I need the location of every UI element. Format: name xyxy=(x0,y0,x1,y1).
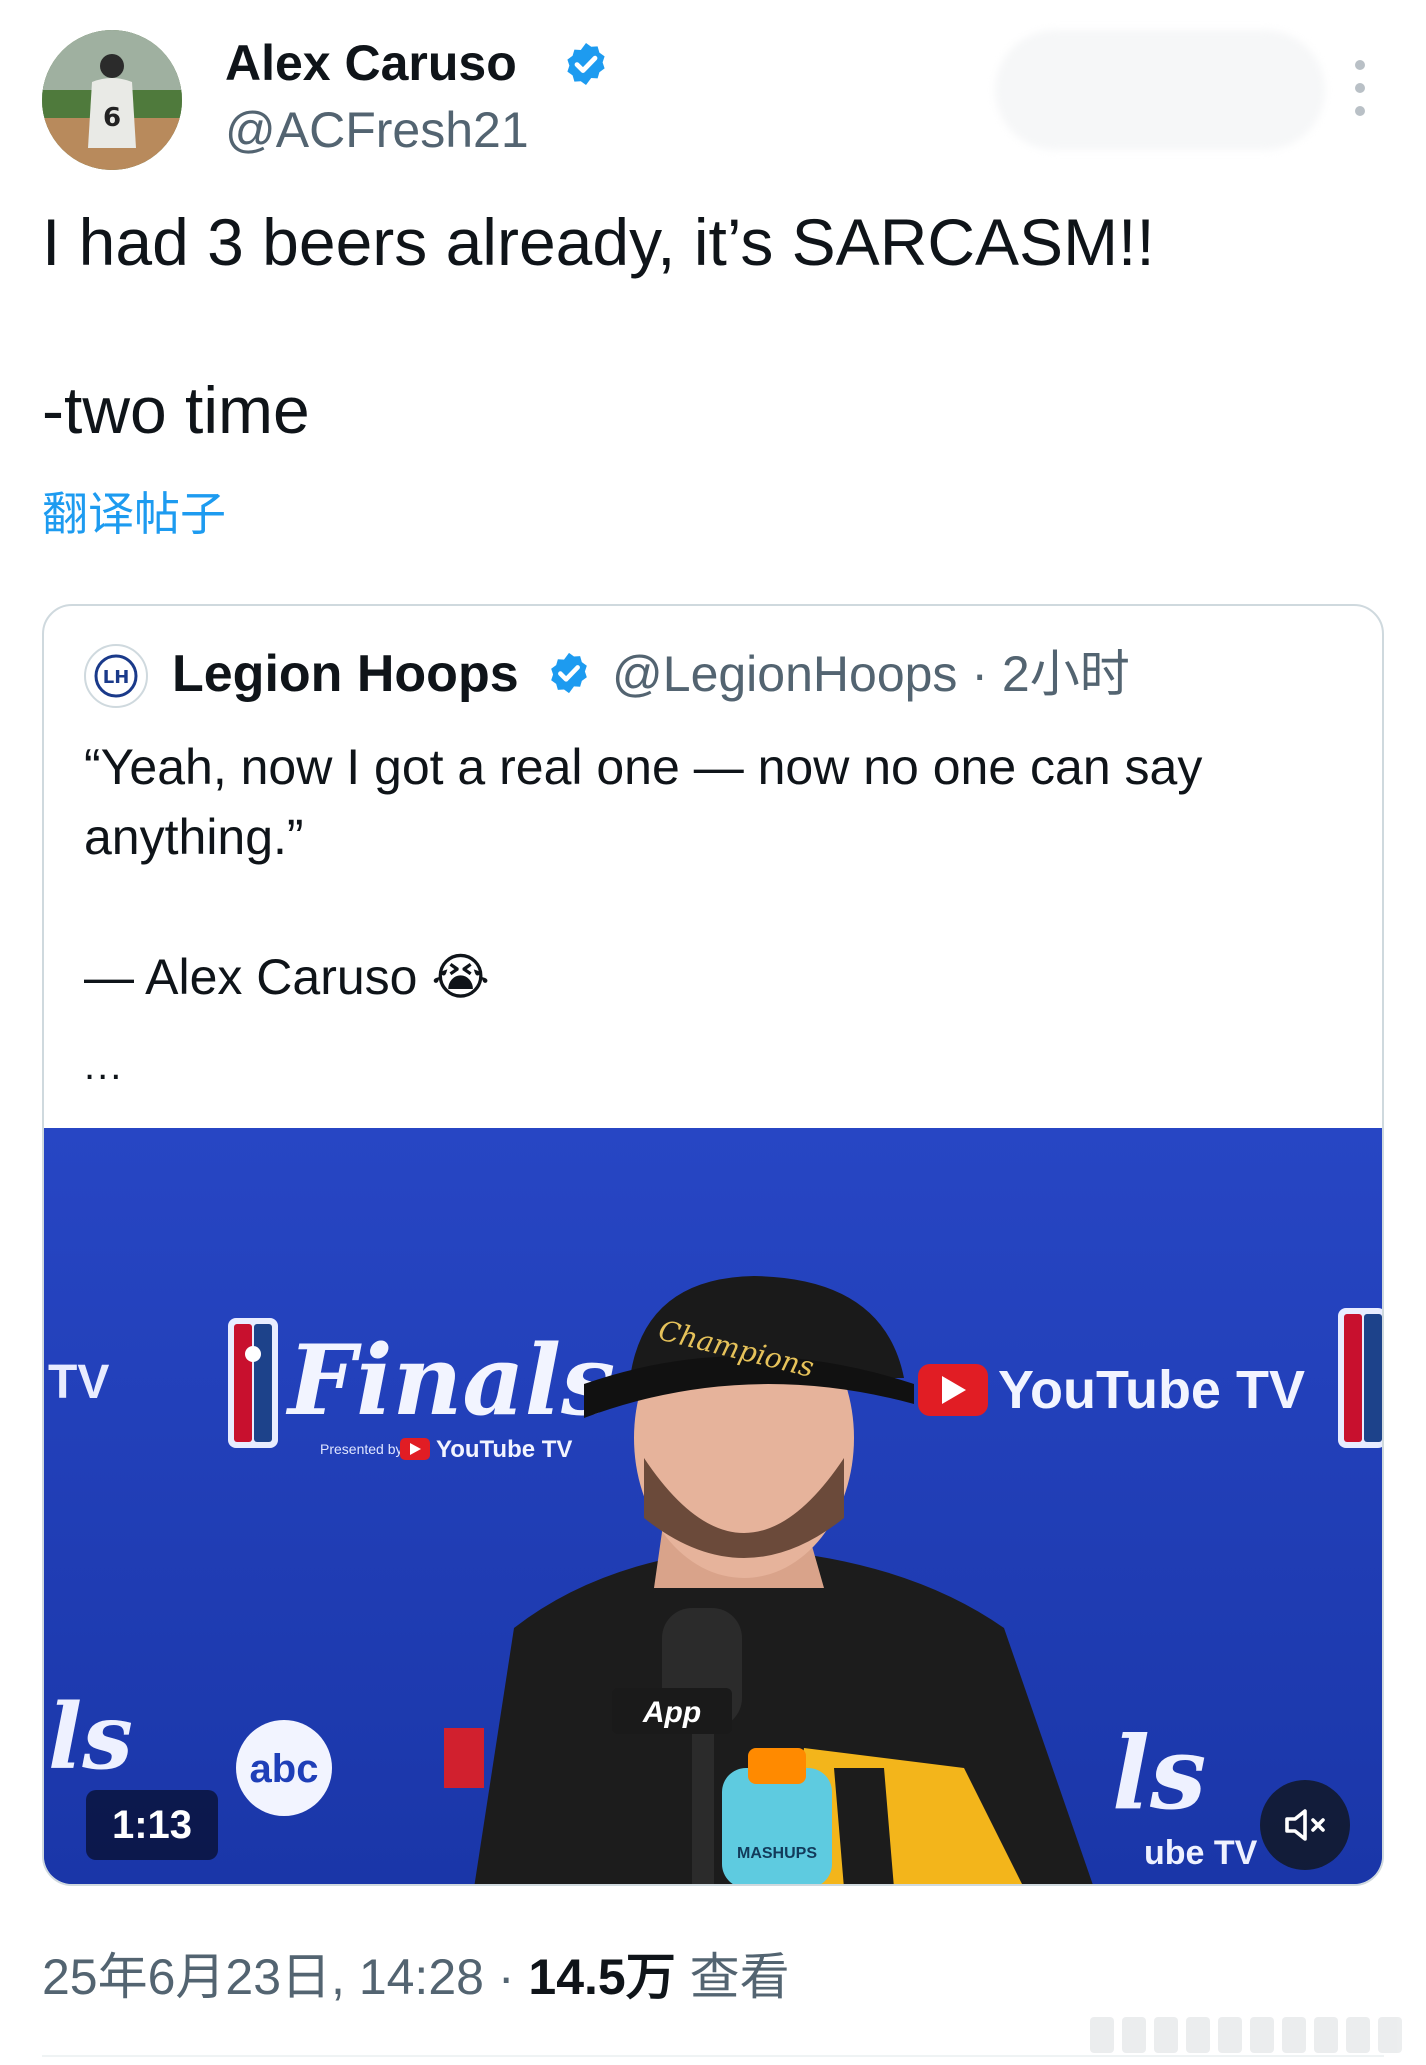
views-count: 14.5万 xyxy=(528,1949,676,2005)
backdrop-edge-tv: TV xyxy=(48,1356,109,1409)
timestamp[interactable]: 25年6月23日, 14:28 xyxy=(42,1949,484,2005)
avatar-photo: 6 xyxy=(42,30,182,170)
footer-separator: · xyxy=(483,1949,529,2005)
video-frame: TV Finals Presented by YouTube TV YouTub… xyxy=(44,1128,1382,1884)
mute-button[interactable] xyxy=(1260,1780,1350,1870)
avatar-jersey-number: 6 xyxy=(103,103,121,133)
backdrop-abc-logo: abc xyxy=(250,1747,319,1791)
watermark-graphic xyxy=(1090,2012,1420,2058)
more-options-icon[interactable] xyxy=(1338,60,1382,116)
views-label: 查看 xyxy=(675,1949,790,2005)
video-duration-badge: 1:13 xyxy=(86,1790,218,1860)
legion-hoops-logo-icon: LH xyxy=(88,648,144,704)
backdrop-youtube-tv: YouTube TV xyxy=(998,1360,1305,1420)
divider xyxy=(42,2055,1384,2057)
quoted-tweet-text: “Yeah, now I got a real one — now no one… xyxy=(84,739,1203,1005)
quoted-verified-badge-icon xyxy=(551,652,587,694)
tweet-text: I had 3 beers already, it’s SARCASM!! -t… xyxy=(42,205,1155,447)
backdrop-ls-right: ls xyxy=(1112,1714,1206,1832)
backdrop-youtube-tv-small: YouTube TV xyxy=(436,1436,572,1463)
show-more-ellipsis[interactable]: ... xyxy=(84,1046,123,1086)
author-handle[interactable]: @ACFresh21 xyxy=(225,96,529,164)
backdrop-presented-by: Presented by xyxy=(320,1441,403,1457)
backdrop-ube-tv: ube TV xyxy=(1144,1834,1258,1872)
backdrop-ls-left: ls xyxy=(48,1684,133,1790)
legion-hoops-logo-text: LH xyxy=(103,667,130,688)
quoted-meta: @LegionHoops · 2小时 xyxy=(612,636,1130,712)
meta-separator: · xyxy=(971,646,988,702)
blurred-follow-area xyxy=(995,30,1325,150)
bottle-mashups-text: MASHUPS xyxy=(737,1845,817,1862)
speaker-muted-icon xyxy=(1285,1809,1325,1841)
author-avatar[interactable]: 6 xyxy=(42,30,182,170)
mic-app-text: App xyxy=(642,1696,701,1729)
tweet-footer: 25年6月23日, 14:28 · 14.5万 查看 xyxy=(42,1942,790,2012)
translate-post-link[interactable]: 翻译帖子 xyxy=(42,484,226,544)
quoted-tweet-card[interactable]: LH Legion Hoops @LegionHoops · 2小时 “Yeah… xyxy=(42,604,1384,1886)
backdrop-finals-text: Finals xyxy=(285,1324,615,1437)
verified-badge-icon xyxy=(567,43,605,85)
video-player[interactable]: TV Finals Presented by YouTube TV YouTub… xyxy=(44,1128,1382,1884)
quoted-timestamp[interactable]: 2小时 xyxy=(1002,646,1130,702)
quoted-author-name[interactable]: Legion Hoops xyxy=(172,636,519,712)
quoted-author-avatar[interactable]: LH xyxy=(84,644,148,708)
quoted-author-handle[interactable]: @LegionHoops xyxy=(612,646,957,702)
author-name[interactable]: Alex Caruso xyxy=(225,28,517,98)
